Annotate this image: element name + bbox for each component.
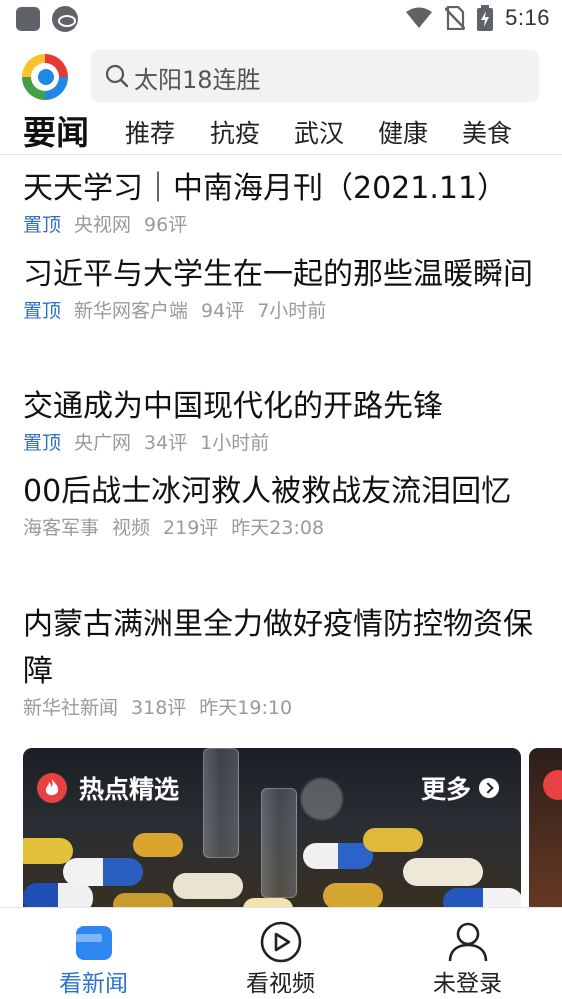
nav-account-label: 未登录 [433, 971, 502, 997]
news-item[interactable]: 习近平与大学生在一起的那些温暖瞬间 置顶 新华网客户端 94评 7小时前 [23, 251, 538, 324]
news-icon [76, 926, 112, 960]
news-source: 央广网 [74, 432, 132, 454]
next-card-peek[interactable] [529, 748, 562, 918]
logo-dot [38, 69, 54, 85]
play-circle-icon [260, 921, 302, 963]
no-sim-icon [445, 6, 466, 30]
tab-yaowen[interactable]: 要闻 [23, 106, 89, 154]
comment-count: 318评 [131, 697, 187, 719]
nav-news-label: 看新闻 [59, 971, 128, 997]
nav-account[interactable]: 未登录 [374, 908, 561, 999]
comment-count: 34评 [144, 432, 188, 454]
news-source: 央视网 [74, 214, 132, 236]
tab-tuijian[interactable]: 推荐 [125, 114, 175, 150]
comment-count: 96评 [144, 214, 188, 236]
news-item[interactable]: 内蒙古满洲里全力做好疫情防控物资保障 新华社新闻 318评 昨天19:10 [23, 601, 538, 721]
news-time: 昨天19:10 [199, 697, 293, 719]
tab-wuhan[interactable]: 武汉 [294, 114, 344, 150]
news-meta: 置顶 新华网客户端 94评 7小时前 [23, 298, 538, 324]
bottom-nav: 看新闻 看视频 未登录 [0, 907, 562, 999]
news-home-screen: 5:16 太阳18连胜 要闻 推荐 抗疫 武汉 健康 美食 天天学习｜中南海月刊… [0, 0, 562, 999]
hot-picks-title: 热点精选 [79, 775, 180, 804]
pinned-tag: 置顶 [23, 300, 62, 322]
news-meta: 新华社新闻 318评 昨天19:10 [23, 695, 538, 721]
more-button[interactable]: 更多 [421, 770, 499, 806]
status-time: 5:16 [505, 5, 550, 30]
search-icon [105, 64, 129, 88]
news-meta: 海客军事 视频 219评 昨天23:08 [23, 515, 538, 541]
fire-icon [543, 770, 562, 800]
hot-picks-header: 热点精选 [37, 770, 179, 806]
news-item[interactable]: 天天学习｜中南海月刊（2021.11） 置顶 央视网 96评 [23, 165, 538, 238]
search-hint: 太阳18连胜 [134, 66, 261, 94]
news-meta: 置顶 央广网 34评 1小时前 [23, 430, 538, 456]
news-meta: 置顶 央视网 96评 [23, 212, 538, 238]
wifi-icon [406, 7, 433, 28]
news-title: 内蒙古满洲里全力做好疫情防控物资保障 [23, 607, 533, 689]
nav-video-label: 看视频 [246, 971, 315, 997]
nav-news[interactable]: 看新闻 [0, 908, 187, 999]
chevron-right-icon [479, 778, 499, 798]
news-source: 新华社新闻 [23, 697, 119, 719]
tabs-divider [0, 154, 562, 155]
news-time: 昨天23:08 [231, 517, 325, 539]
news-type: 视频 [112, 517, 151, 539]
tab-jiankang[interactable]: 健康 [378, 114, 428, 150]
news-item[interactable]: 交通成为中国现代化的开路先锋 置顶 央广网 34评 1小时前 [23, 383, 538, 456]
battery-charging-icon [477, 5, 494, 31]
news-source: 海客军事 [23, 517, 100, 539]
fire-icon [37, 773, 67, 803]
news-title: 交通成为中国现代化的开路先锋 [23, 389, 443, 424]
news-title: 天天学习｜中南海月刊（2021.11） [23, 171, 508, 206]
tab-meishi[interactable]: 美食 [462, 114, 512, 150]
category-tabs: 要闻 推荐 抗疫 武汉 健康 美食 [0, 104, 562, 154]
user-icon [448, 922, 488, 962]
pinned-tag: 置顶 [23, 214, 62, 236]
comment-count: 219评 [163, 517, 219, 539]
more-label: 更多 [420, 775, 471, 804]
pills-image [23, 828, 521, 918]
news-source: 新华网客户端 [74, 300, 189, 322]
status-bar: 5:16 [0, 0, 562, 38]
news-item[interactable]: 00后战士冰河救人被救战友流泪回忆 海客军事 视频 219评 昨天23:08 [23, 468, 538, 541]
pinned-tag: 置顶 [23, 432, 62, 454]
news-time: 1小时前 [200, 432, 270, 454]
hot-picks-card[interactable]: 热点精选 更多 [23, 748, 521, 918]
app-square-icon [16, 7, 40, 31]
news-time: 7小时前 [257, 300, 327, 322]
nav-video[interactable]: 看视频 [187, 908, 374, 999]
news-title: 习近平与大学生在一起的那些温暖瞬间 [23, 257, 533, 292]
comment-count: 94评 [201, 300, 245, 322]
sync-icon [52, 6, 78, 32]
tab-kangyi[interactable]: 抗疫 [210, 114, 260, 150]
search-bar[interactable]: 太阳18连胜 [91, 50, 539, 102]
news-title: 00后战士冰河救人被救战友流泪回忆 [23, 474, 512, 509]
